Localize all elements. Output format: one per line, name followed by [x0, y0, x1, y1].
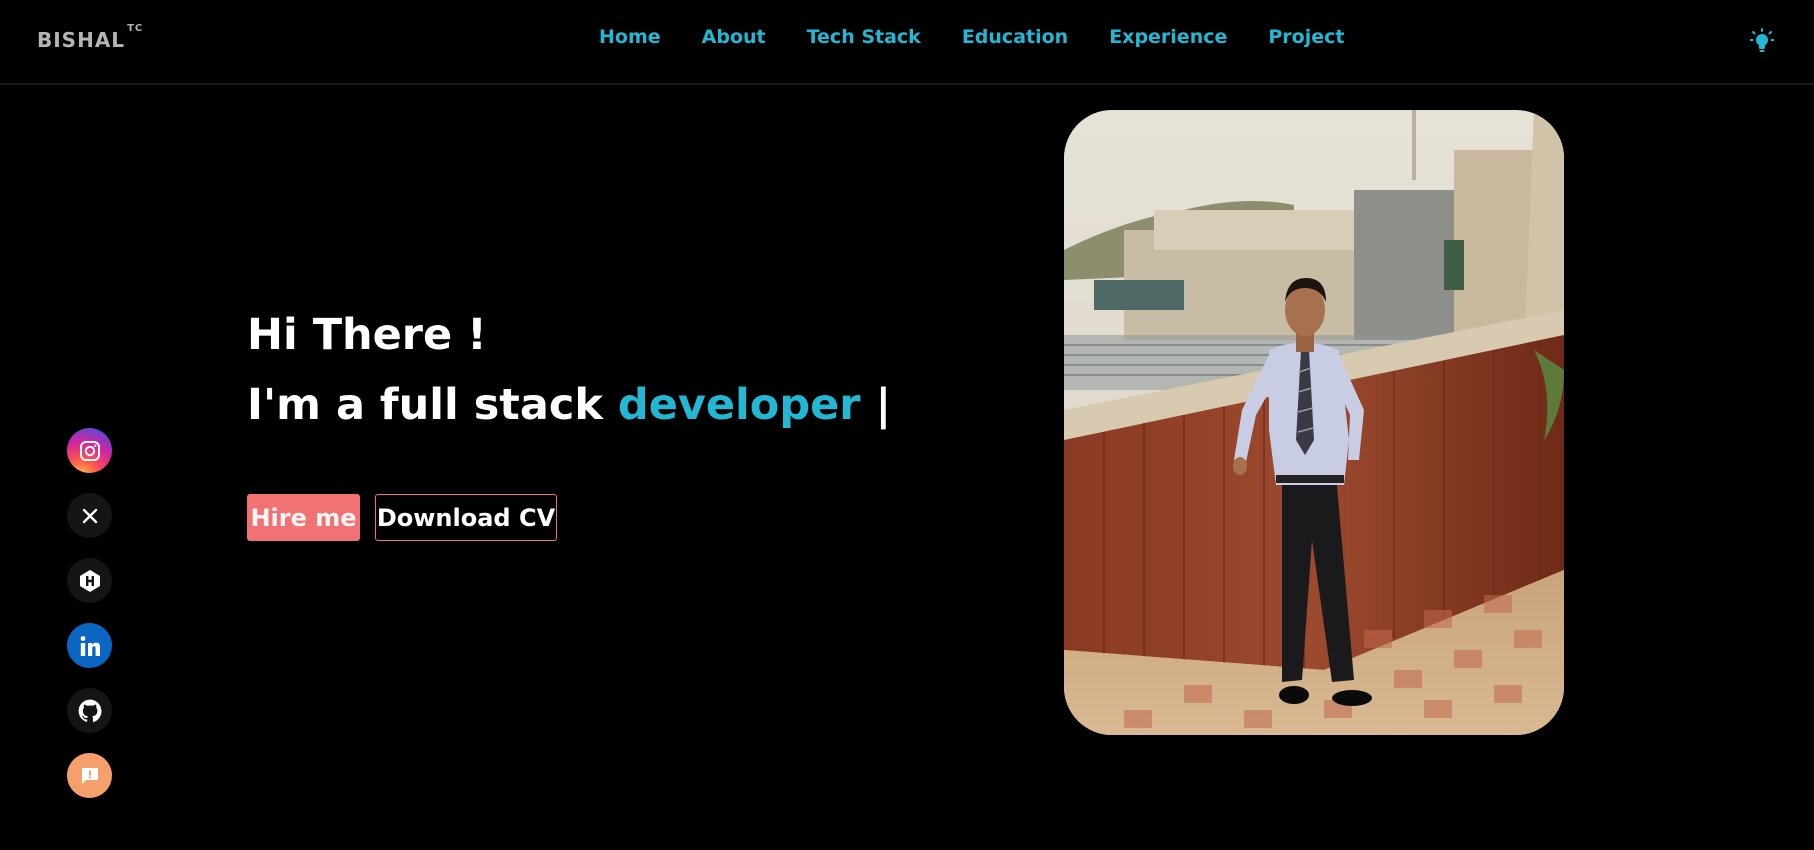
feedback-icon — [81, 767, 98, 784]
nav-project[interactable]: Project — [1268, 26, 1344, 48]
logo-text: BISHAL — [37, 28, 126, 52]
hashnode-link[interactable] — [67, 558, 112, 603]
linkedin-link[interactable] — [67, 623, 112, 668]
hero-role: I'm a full stack developer | — [247, 380, 891, 430]
site-header: BISHAL TC Home About Tech Stack Education… — [0, 0, 1814, 85]
instagram-icon — [79, 440, 100, 461]
feedback-link[interactable] — [67, 753, 112, 798]
linkedin-icon — [80, 635, 100, 656]
nav-tech-stack[interactable]: Tech Stack — [807, 26, 921, 48]
x-icon — [82, 508, 97, 523]
hire-me-button[interactable]: Hire me — [247, 494, 360, 541]
nav-home[interactable]: Home — [599, 26, 661, 48]
github-link[interactable] — [67, 688, 112, 733]
profile-photo — [1064, 110, 1564, 735]
nav-experience[interactable]: Experience — [1109, 26, 1227, 48]
site-logo[interactable]: BISHAL TC — [37, 23, 143, 52]
main-nav: Home About Tech Stack Education Experien… — [599, 26, 1344, 48]
download-cv-button[interactable]: Download CV — [375, 494, 557, 541]
theme-toggle-button[interactable] — [1749, 28, 1775, 54]
nav-about[interactable]: About — [702, 26, 766, 48]
instagram-link[interactable] — [67, 428, 112, 473]
lightbulb-icon — [1749, 28, 1775, 52]
role-prefix: I'm a full stack — [247, 380, 618, 430]
role-accent: developer — [617, 380, 861, 430]
logo-mark: TC — [127, 23, 144, 35]
typing-cursor: | — [860, 380, 892, 430]
hashnode-icon — [79, 569, 100, 592]
nav-education[interactable]: Education — [962, 26, 1068, 48]
x-link[interactable] — [67, 493, 112, 538]
github-icon — [78, 699, 101, 722]
hero-greeting: Hi There ! — [247, 310, 487, 360]
